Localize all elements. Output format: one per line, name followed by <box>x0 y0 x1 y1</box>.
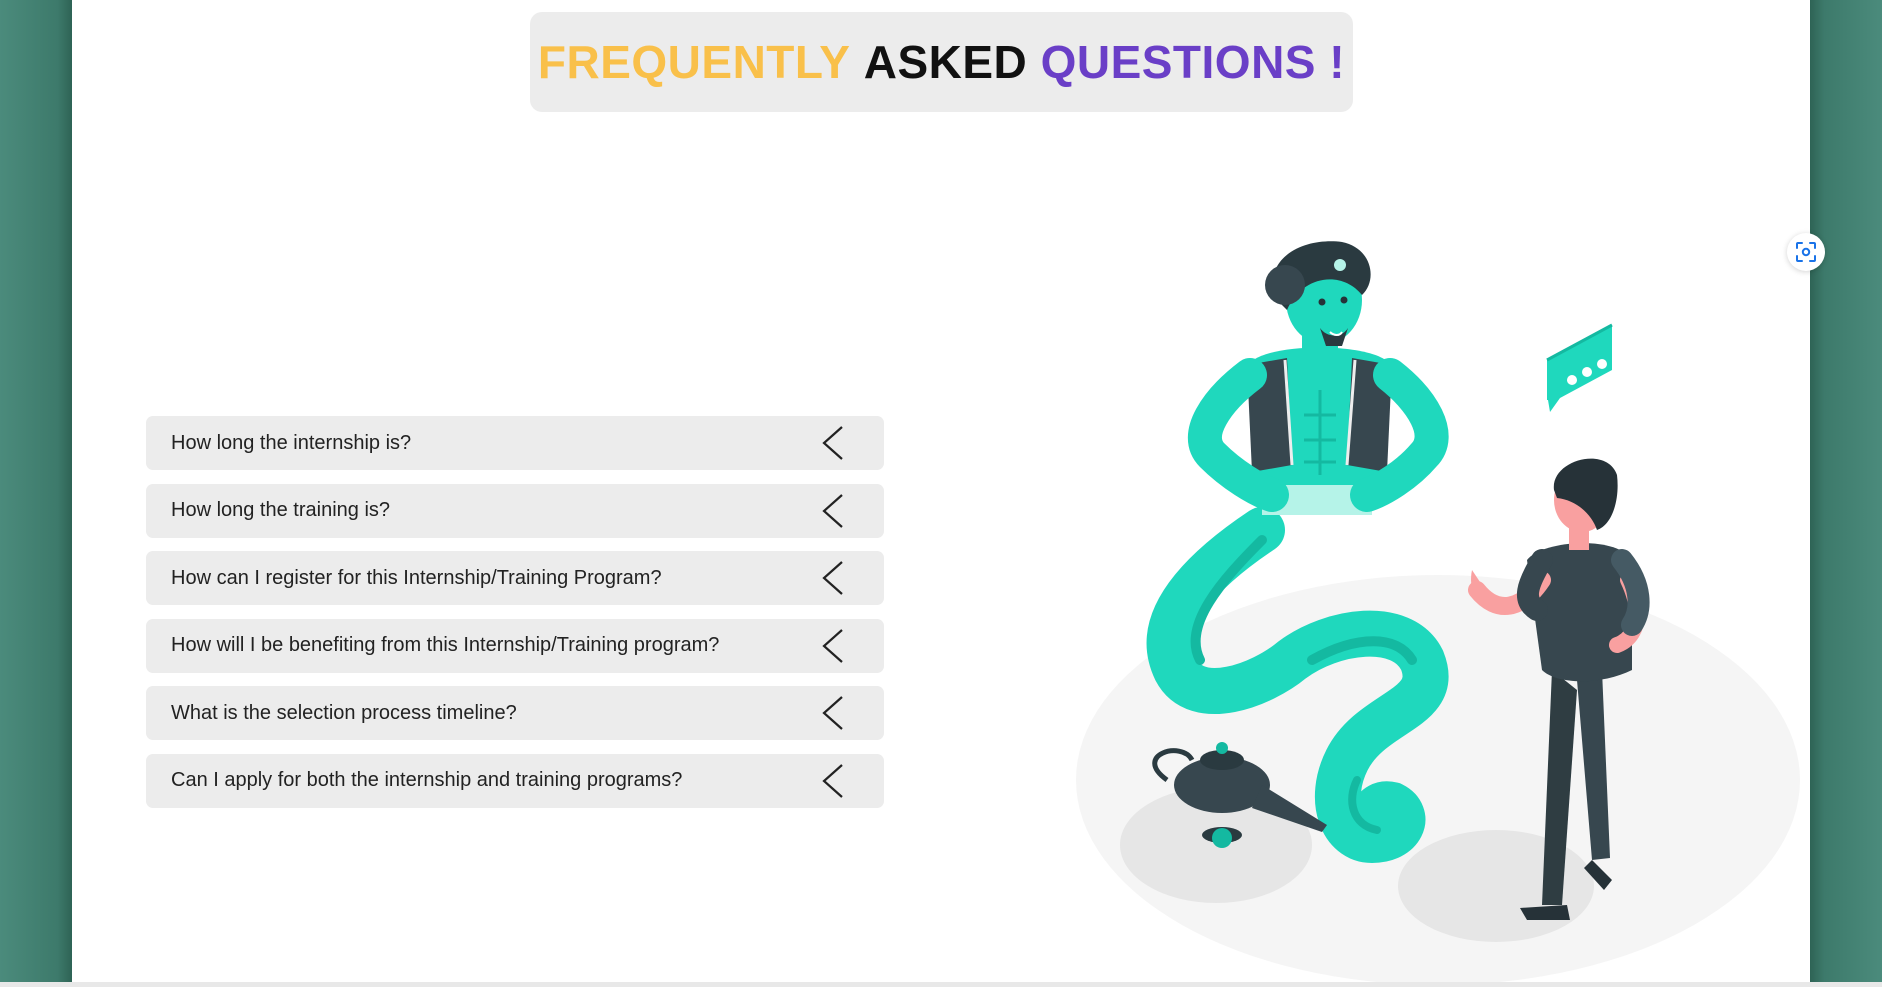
chevron-left-icon[interactable] <box>814 693 854 733</box>
faq-question: How can I register for this Internship/T… <box>171 566 662 589</box>
chevron-left-icon[interactable] <box>814 491 854 531</box>
faq-item-selection-timeline[interactable]: What is the selection process timeline? <box>146 686 884 740</box>
faq-question: How will I be benefiting from this Inter… <box>171 634 720 656</box>
faq-list: How long the internship is? How long the… <box>146 416 884 821</box>
genie-illustration <box>1076 241 1800 982</box>
title-word-asked: ASKED <box>863 36 1028 88</box>
faq-item-apply-both[interactable]: Can I apply for both the internship and … <box>146 753 884 808</box>
chevron-left-icon[interactable] <box>814 558 854 598</box>
chevron-left-icon[interactable] <box>814 626 854 666</box>
faq-question: How long the internship is? <box>171 431 412 454</box>
faq-question: What is the selection process timeline? <box>171 701 517 724</box>
page-title: FREQUENTLY ASKED QUESTIONS ! <box>530 12 1353 112</box>
window-bottom-edge <box>0 982 1882 987</box>
title-word-frequently: FREQUENTLY <box>537 36 851 88</box>
page-background-right <box>1810 0 1882 987</box>
title-word-questions: QUESTIONS ! <box>1040 36 1346 88</box>
faq-item-internship-length[interactable]: How long the internship is? <box>146 416 884 470</box>
faq-item-training-length[interactable]: How long the training is? <box>146 483 884 538</box>
faq-question: Can I apply for both the internship and … <box>171 769 683 791</box>
chevron-left-icon[interactable] <box>814 761 854 801</box>
faq-item-register[interactable]: How can I register for this Internship/T… <box>146 551 884 605</box>
faq-page: FREQUENTLY ASKED QUESTIONS ! How long th… <box>72 0 1825 982</box>
faq-question: How long the training is? <box>171 499 391 521</box>
page-background-left <box>0 0 72 987</box>
faq-item-benefits[interactable]: How will I be benefiting from this Inter… <box>146 618 884 673</box>
chevron-left-icon[interactable] <box>814 423 854 463</box>
